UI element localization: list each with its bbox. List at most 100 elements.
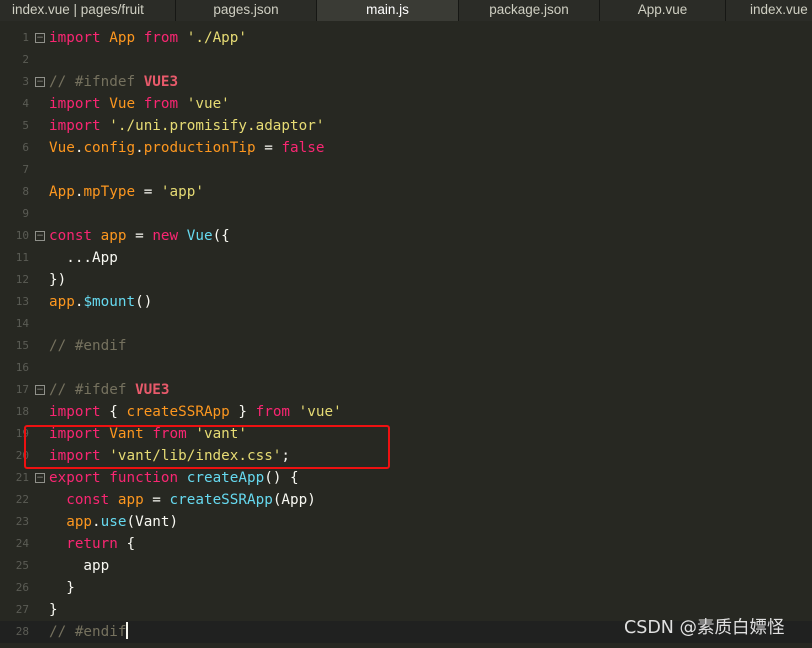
code-token: $mount <box>83 294 136 310</box>
line-number: 16 <box>15 361 29 374</box>
code-token: import <box>49 96 101 112</box>
tab-app-vue[interactable]: App.vue <box>600 0 726 21</box>
code-token: }) <box>49 272 67 288</box>
code-text: // #endif <box>49 621 129 643</box>
code-line[interactable]: 26 } <box>0 577 812 599</box>
line-number: 10 <box>15 229 29 242</box>
code-token: function <box>109 470 179 486</box>
code-line[interactable]: 23 app.use(Vant) <box>0 511 812 533</box>
code-token: . <box>135 140 144 156</box>
code-text: export function createApp() { <box>49 467 299 489</box>
code-token: . <box>92 514 101 530</box>
code-line[interactable]: 16 <box>0 357 812 379</box>
code-token: App <box>92 250 118 266</box>
code-text: }) <box>49 269 66 291</box>
code-line[interactable]: 4 import Vue from 'vue' <box>0 93 812 115</box>
code-line[interactable]: 9 <box>0 203 812 225</box>
code-line[interactable]: 24 return { <box>0 533 812 555</box>
annotation-highlight-box <box>24 425 390 469</box>
code-token: import <box>49 404 101 420</box>
code-line[interactable]: 21− export function createApp() { <box>0 467 812 489</box>
code-line[interactable]: 12}) <box>0 269 812 291</box>
fold-toggle-icon[interactable]: − <box>35 77 45 87</box>
code-line[interactable]: 18 import { createSSRApp } from 'vue' <box>0 401 812 423</box>
code-line[interactable]: 3−// #ifndef VUE3 <box>0 71 812 93</box>
tab-package-json[interactable]: package.json <box>459 0 600 21</box>
code-token: { <box>100 404 127 420</box>
code-line[interactable]: 15 // #endif <box>0 335 812 357</box>
code-line[interactable]: 17−// #ifdef VUE3 <box>0 379 812 401</box>
code-text: import App from './App' <box>49 27 247 49</box>
code-token: = <box>126 228 153 244</box>
code-token: VUE3 <box>135 382 170 398</box>
code-line[interactable]: 5 import './uni.promisify.adaptor' <box>0 115 812 137</box>
watermark: CSDN @素质白嫖怪 <box>624 618 785 638</box>
code-line[interactable]: 10− const app = new Vue({ <box>0 225 812 247</box>
code-token: ({ <box>212 228 230 244</box>
code-token: app <box>100 228 127 244</box>
text-cursor <box>126 622 129 639</box>
code-line[interactable]: 1− import App from './App' <box>0 27 812 49</box>
code-line[interactable]: 14 <box>0 313 812 335</box>
code-line[interactable]: 7 <box>0 159 812 181</box>
code-token: './App' <box>186 30 248 46</box>
fold-toggle-icon[interactable]: − <box>35 33 45 43</box>
code-token: import <box>49 30 101 46</box>
code-token: App <box>109 30 136 46</box>
code-token: const <box>49 228 93 244</box>
code-token: from <box>255 404 291 420</box>
code-token: } <box>229 404 256 420</box>
code-line[interactable]: 11 ...App <box>0 247 812 269</box>
tab-index-vue[interactable]: index.vue <box>726 0 812 21</box>
tab-pages-json[interactable]: pages.json <box>176 0 317 21</box>
code-text: ...App <box>49 247 118 269</box>
fold-toggle-icon[interactable]: − <box>35 385 45 395</box>
tab-index-vue-pages-fruit[interactable]: index.vue | pages/fruit <box>0 0 176 21</box>
code-token: } <box>49 580 75 596</box>
code-token: Vue <box>109 96 136 112</box>
fold-toggle-icon[interactable]: − <box>35 473 45 483</box>
line-number: 22 <box>15 493 29 506</box>
code-token: config <box>83 140 136 156</box>
code-token: Vue <box>186 228 213 244</box>
editor-tab-bar: index.vue | pages/fruit pages.json main.js… <box>0 0 812 21</box>
line-number: 18 <box>15 405 29 418</box>
code-token: Vue <box>49 140 75 156</box>
code-token: // #ifndef <box>49 74 144 90</box>
code-token: VUE3 <box>143 74 179 90</box>
code-text: const app = createSSRApp(App) <box>49 489 316 511</box>
code-token: false <box>281 140 325 156</box>
code-text: app.$mount() <box>49 291 152 313</box>
code-line[interactable]: 22 const app = createSSRApp(App) <box>0 489 812 511</box>
line-number: 27 <box>15 603 29 616</box>
code-text: import Vue from 'vue' <box>49 93 230 115</box>
code-text: app <box>49 555 109 577</box>
code-line[interactable]: 2 <box>0 49 812 71</box>
code-token: export <box>49 470 101 486</box>
code-line[interactable]: 8 App.mpType = 'app' <box>0 181 812 203</box>
code-token: productionTip <box>143 140 256 156</box>
code-text: // #endif <box>49 335 126 357</box>
tab-main-js[interactable]: main.js <box>317 0 459 21</box>
fold-toggle-icon[interactable]: − <box>35 231 45 241</box>
line-number: 15 <box>15 339 29 352</box>
code-token: app <box>66 514 93 530</box>
code-line[interactable]: 13 app.$mount() <box>0 291 812 313</box>
code-token: mpType <box>83 184 136 200</box>
code-line[interactable]: 6 Vue.config.productionTip = false <box>0 137 812 159</box>
code-token: app <box>117 492 144 508</box>
code-token: from <box>143 30 179 46</box>
code-text: app.use(Vant) <box>49 511 178 533</box>
line-number: 17 <box>15 383 29 396</box>
line-number: 2 <box>22 53 29 66</box>
code-line[interactable]: 25 app <box>0 555 812 577</box>
code-editor[interactable]: 1− import App from './App' 2 3−// #ifndef V… <box>0 21 812 648</box>
code-token: use <box>100 514 127 530</box>
